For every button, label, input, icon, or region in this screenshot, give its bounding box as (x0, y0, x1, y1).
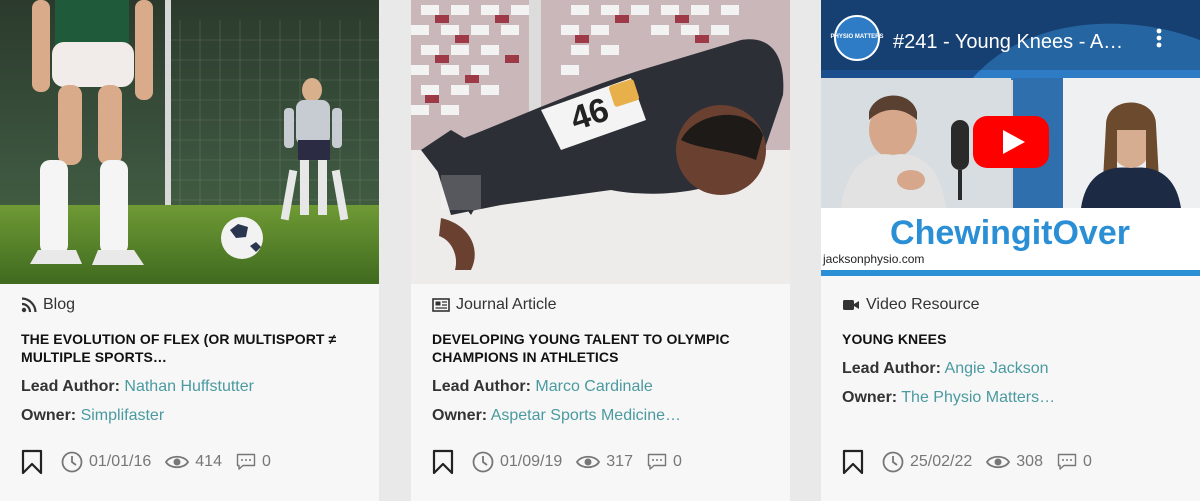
resource-type-label: Blog (43, 296, 76, 313)
views-count: 317 (606, 453, 633, 470)
resource-title[interactable]: YOUNG KNEES (842, 330, 1182, 348)
resource-card[interactable]: Blog THE EVOLUTION OF FLEX (OR MULTISPOR… (0, 0, 379, 501)
newspaper-icon (432, 298, 450, 312)
resource-card[interactable]: ChewingitOver jacksonphysio.com PHYSIO M… (821, 0, 1200, 501)
resource-type: Video Resource (842, 294, 980, 316)
resource-type: Journal Article (432, 294, 557, 316)
comments-count: 0 (1082, 453, 1092, 470)
date-text: 25/02/22 (910, 453, 973, 470)
lead-author-label: Lead Author: (21, 378, 120, 395)
card-thumbnail[interactable] (0, 0, 379, 284)
soccer-photo (0, 0, 379, 284)
eye-icon (986, 455, 1011, 469)
comment-icon (1057, 453, 1077, 470)
resource-title[interactable]: DEVELOPING YOUNG TALENT TO OLYMPIC CHAMP… (432, 330, 772, 366)
comment-icon (647, 453, 667, 470)
resource-type-label: Video Resource (866, 296, 980, 313)
comment-icon (236, 453, 256, 470)
owner-row: Owner: Aspetar Sports Medicine… (432, 407, 681, 425)
date-info: 01/09/19 (472, 451, 562, 473)
resource-title[interactable]: THE EVOLUTION OF FLEX (OR MULTISPORT ≠ M… (21, 330, 361, 366)
video-embed: ChewingitOver jacksonphysio.com PHYSIO M… (821, 0, 1200, 284)
lead-author-row: Lead Author: Angie Jackson (842, 360, 1049, 378)
views-count: 414 (195, 453, 222, 470)
clock-icon (61, 451, 83, 473)
bookmark-button[interactable] (21, 449, 43, 475)
owner-label: Owner: (842, 389, 898, 406)
more-options-icon[interactable] (1156, 28, 1162, 48)
owner-label: Owner: (432, 407, 488, 424)
bookmark-icon (432, 449, 454, 475)
views-count: 308 (1016, 453, 1043, 470)
card-thumbnail[interactable]: 46 (411, 0, 790, 284)
card-actions: 01/01/16 414 0 (21, 448, 285, 476)
resource-card[interactable]: 46 Journal Article DEVELOPING YOUNG TALE… (411, 0, 790, 501)
date-info: 25/02/22 (882, 451, 972, 473)
bookmark-icon (21, 449, 43, 475)
owner-link[interactable]: Simplifaster (81, 407, 165, 424)
lead-author-link[interactable]: Angie Jackson (945, 360, 1049, 377)
date-text: 01/09/19 (500, 453, 563, 470)
owner-label: Owner: (21, 407, 77, 424)
site-text: jacksonphysio.com (822, 252, 924, 266)
owner-row: Owner: Simplifaster (21, 407, 164, 425)
views-info: 308 (986, 453, 1043, 471)
resource-type: Blog (21, 294, 75, 316)
owner-row: Owner: The Physio Matters… (842, 389, 1055, 407)
date-text: 01/01/16 (89, 453, 152, 470)
comments-info[interactable]: 0 (1057, 453, 1092, 471)
video-thumbnail[interactable]: ChewingitOver jacksonphysio.com PHYSIO M… (821, 0, 1200, 284)
lead-author-link[interactable]: Nathan Huffstutter (124, 378, 254, 395)
high-jump-photo: 46 (411, 0, 790, 284)
bookmark-icon (842, 449, 864, 475)
comments-count: 0 (261, 453, 271, 470)
card-actions: 25/02/22 308 0 (842, 448, 1106, 476)
video-title[interactable]: #241 - Young Knees - A… (893, 31, 1123, 53)
owner-link[interactable]: The Physio Matters… (901, 389, 1055, 406)
lead-author-label: Lead Author: (432, 378, 531, 395)
channel-logo-text: PHYSIO MATTERS (831, 34, 884, 40)
eye-icon (165, 455, 190, 469)
eye-icon (576, 455, 601, 469)
bookmark-button[interactable] (432, 449, 454, 475)
bookmark-button[interactable] (842, 449, 864, 475)
views-info: 414 (165, 453, 222, 471)
video-camera-icon (843, 300, 859, 310)
resource-type-label: Journal Article (456, 296, 557, 313)
lead-author-row: Lead Author: Nathan Huffstutter (21, 378, 254, 396)
clock-icon (882, 451, 904, 473)
date-info: 01/01/16 (61, 451, 151, 473)
lead-author-link[interactable]: Marco Cardinale (535, 378, 652, 395)
comments-info[interactable]: 0 (647, 453, 682, 471)
card-actions: 01/09/19 317 0 (432, 448, 696, 476)
comments-count: 0 (672, 453, 682, 470)
banner-text: ChewingitOver (890, 214, 1130, 252)
views-info: 317 (576, 453, 633, 471)
owner-link[interactable]: Aspetar Sports Medicine… (491, 407, 681, 424)
lead-author-row: Lead Author: Marco Cardinale (432, 378, 653, 396)
comments-info[interactable]: 0 (236, 453, 271, 471)
play-button[interactable] (973, 116, 1049, 168)
lead-author-label: Lead Author: (842, 360, 941, 377)
clock-icon (472, 451, 494, 473)
rss-icon (21, 297, 37, 313)
